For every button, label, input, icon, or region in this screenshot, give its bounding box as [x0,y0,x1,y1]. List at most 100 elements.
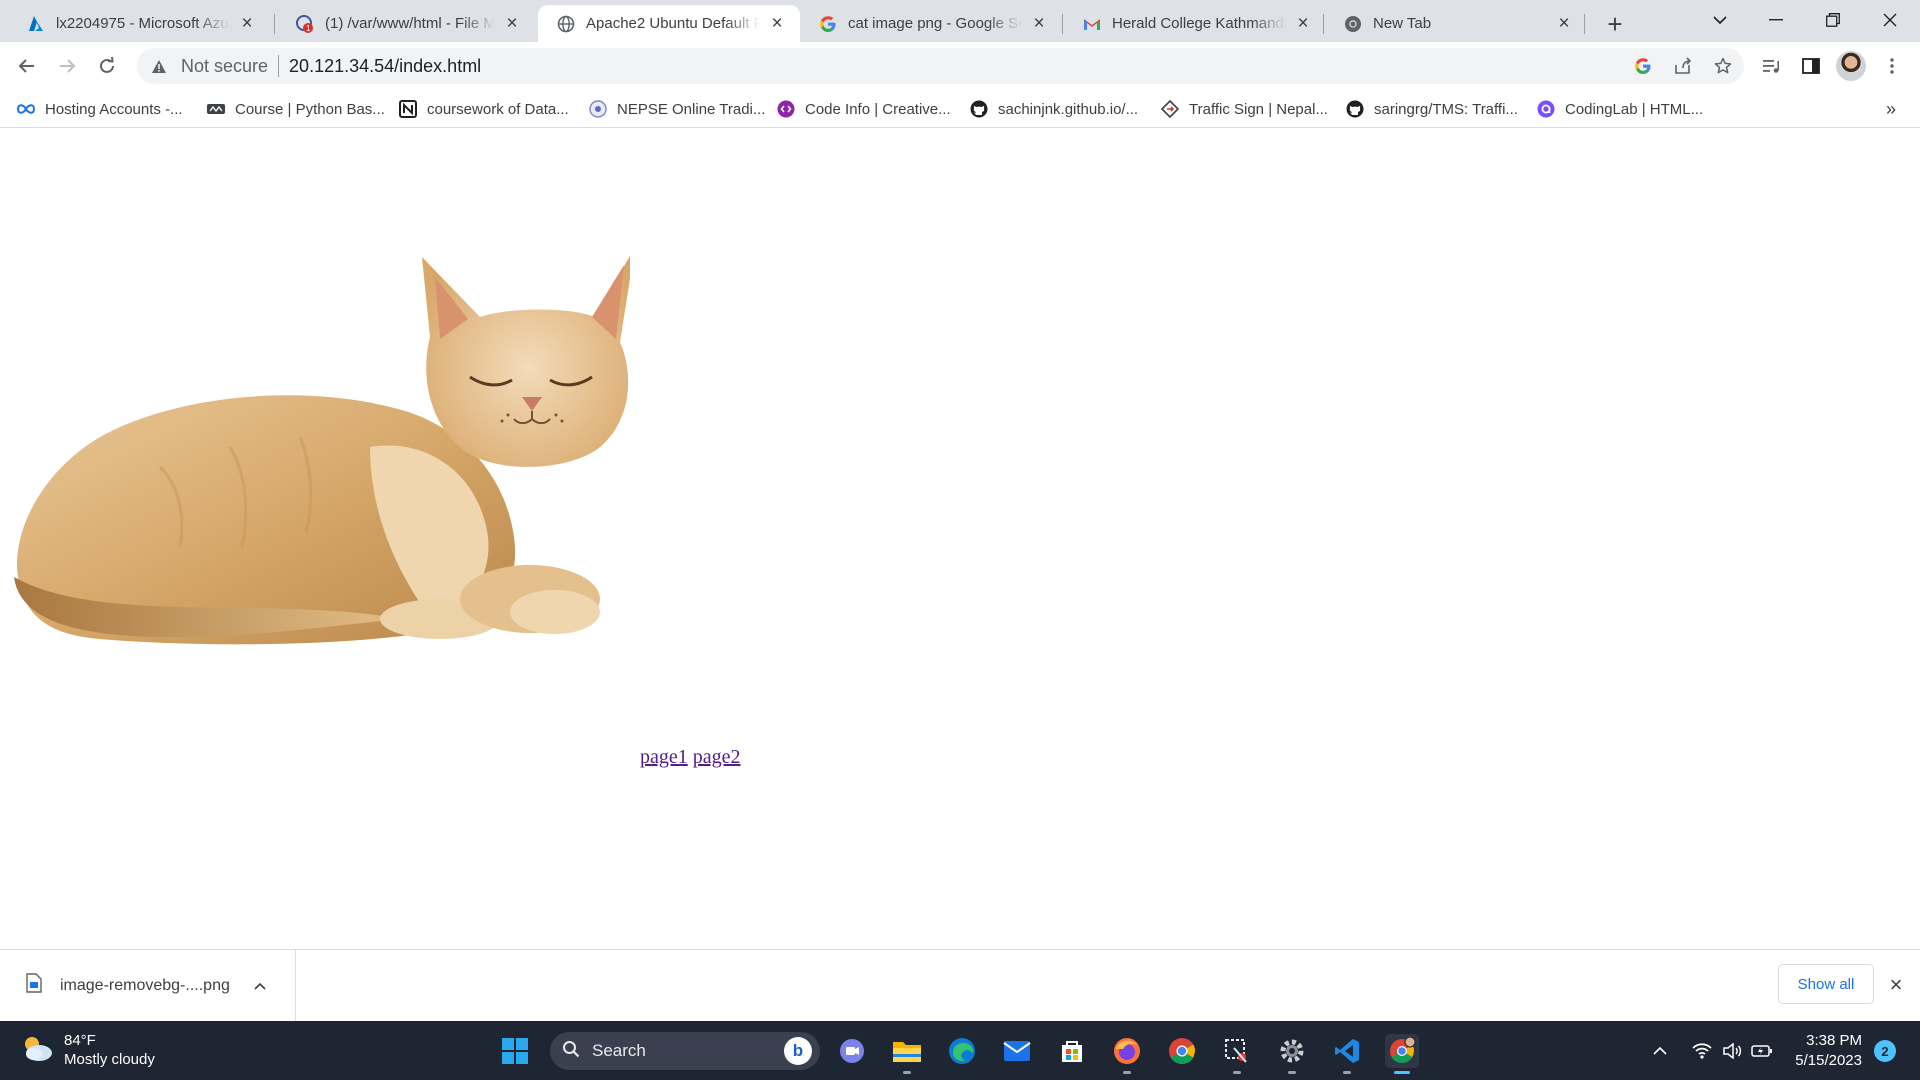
reload-button[interactable] [91,50,123,82]
download-item[interactable]: image-removebg-....png [0,950,296,1021]
vscode-icon[interactable] [1330,1034,1364,1074]
weather-temperature: 84°F [64,1032,96,1049]
bookmark-label: NEPSE Online Tradi... [617,100,766,118]
file-icon [26,973,42,998]
teams-chat-icon[interactable] [835,1034,869,1068]
bookmark-item[interactable]: saringrg/TMS: Traffi... [1345,96,1518,122]
cloudy-weather-icon [20,1033,54,1068]
bookmark-item[interactable]: Course | Python Bas... [206,96,385,122]
tab-google-search[interactable]: cat image png - Google Search × [800,5,1062,42]
bookmark-item[interactable]: CodingLab | HTML... [1536,96,1703,122]
bookmark-label: Hosting Accounts -... [45,100,183,118]
page1-link[interactable]: page1 [640,746,688,768]
microsoft-store-icon[interactable] [1055,1034,1089,1068]
tab-file-manager[interactable]: 1 (1) /var/www/html - File Manager × [277,5,535,42]
close-tab-icon[interactable]: × [501,13,523,35]
new-tab-button[interactable]: + [1600,9,1630,39]
bookmark-item[interactable]: Hosting Accounts -... [16,96,183,122]
bookmark-star-icon[interactable] [1707,50,1739,82]
wifi-icon[interactable] [1687,1036,1717,1066]
tab-title: Herald College Kathmandu [1112,15,1286,32]
gmail-icon [1082,14,1102,34]
chevron-up-icon[interactable] [254,977,266,995]
tab-separator [1062,14,1063,34]
side-panel-icon[interactable] [1795,50,1827,82]
clock-date: 5/15/2023 [1795,1052,1862,1069]
back-button[interactable] [11,50,43,82]
bing-icon[interactable]: b [784,1037,812,1065]
bookmark-item[interactable]: NEPSE Online Tradi... [588,96,765,122]
bookmark-item[interactable]: sachinjnk.github.io/... [969,96,1138,122]
close-tab-icon[interactable]: × [1028,13,1050,35]
edge-icon[interactable] [945,1034,979,1068]
close-download-bar-icon[interactable]: × [1883,972,1909,998]
menu-kebab-icon[interactable] [1876,50,1908,82]
weather-widget[interactable]: 84°F Mostly cloudy [20,1031,155,1069]
close-tab-icon[interactable]: × [236,13,258,35]
chrome-taskbar-icon[interactable] [1165,1034,1199,1068]
chrome-profile-taskbar-icon[interactable] [1385,1034,1419,1074]
show-all-button[interactable]: Show all [1778,964,1874,1004]
bookmark-label: saringrg/TMS: Traffi... [1374,100,1518,118]
file-manager-icon: 1 [295,14,315,34]
page-links: page1 page2 [640,746,741,769]
snipping-tool-icon[interactable] [1220,1034,1254,1074]
search-placeholder: Search [592,1041,646,1060]
more-bookmarks-chevron-icon[interactable]: » [1878,96,1904,122]
address-bar[interactable]: Not secure 20.121.34.54/index.html [137,48,1744,84]
forward-button[interactable] [51,50,83,82]
tab-title: cat image png - Google Search [848,15,1022,32]
system-tray [1645,1021,1777,1080]
url-text[interactable]: 20.121.34.54/index.html [289,56,481,77]
tab-strip: lx2204975 - Microsoft Azure × 1 (1) /var… [0,0,1920,42]
tab-gmail[interactable]: Herald College Kathmandu × [1064,5,1326,42]
close-tab-icon[interactable]: × [1292,13,1314,35]
mail-icon[interactable] [1000,1034,1034,1068]
minimize-button[interactable] [1748,0,1804,40]
page2-link[interactable]: page2 [693,746,741,768]
warning-icon[interactable] [149,56,169,76]
bookmark-label: Code Info | Creative... [805,100,951,118]
battery-icon[interactable] [1747,1036,1777,1066]
bookmark-label: coursework of Data... [427,100,569,118]
profile-avatar[interactable] [1836,51,1866,81]
close-tab-icon[interactable]: × [1553,13,1575,35]
volume-icon[interactable] [1717,1036,1747,1066]
bookmark-item[interactable]: Traffic Sign | Nepal... [1160,96,1328,122]
tab-title: Apache2 Ubuntu Default Page [586,15,760,32]
tab-separator [1323,14,1324,34]
bookmark-label: sachinjnk.github.io/... [998,100,1139,118]
chevron-up-icon[interactable] [1645,1036,1675,1066]
firefox-icon[interactable] [1110,1034,1144,1074]
close-window-button[interactable] [1862,0,1918,40]
media-control-icon[interactable] [1755,50,1787,82]
file-explorer-icon[interactable] [890,1034,924,1074]
start-button[interactable] [498,1034,532,1068]
bookmark-item[interactable]: Code Info | Creative... [776,96,951,122]
download-filename: image-removebg-....png [60,976,230,994]
tab-search-chevron-icon[interactable] [1692,0,1748,40]
search-icon [562,1040,580,1063]
settings-gear-icon[interactable] [1275,1034,1309,1074]
share-icon[interactable] [1667,50,1699,82]
cat-image [10,247,635,652]
globe-icon [556,14,576,34]
bookmark-label: Traffic Sign | Nepal... [1189,100,1328,118]
tab-apache-default[interactable]: Apache2 Ubuntu Default Page × [538,5,800,42]
restore-button[interactable] [1805,0,1861,40]
google-lens-icon[interactable] [1627,50,1659,82]
tab-separator [274,14,275,34]
bookmark-label: Course | Python Bas... [235,100,385,118]
notification-badge[interactable]: 2 [1874,1040,1896,1062]
taskbar-search[interactable]: Search b [550,1032,820,1070]
bookmark-item[interactable]: coursework of Data... [398,96,569,122]
taskbar-clock[interactable]: 3:38 PM 5/15/2023 [1782,1031,1862,1071]
close-tab-icon[interactable]: × [766,13,788,35]
tab-new-tab[interactable]: New Tab × [1325,5,1587,42]
tab-azure[interactable]: lx2204975 - Microsoft Azure × [8,5,270,42]
security-status[interactable]: Not secure [181,56,268,77]
download-bar: image-removebg-....png Show all × [0,949,1920,1021]
github-icon [1345,99,1365,119]
tab-separator [1584,14,1585,34]
google-icon [818,14,838,34]
